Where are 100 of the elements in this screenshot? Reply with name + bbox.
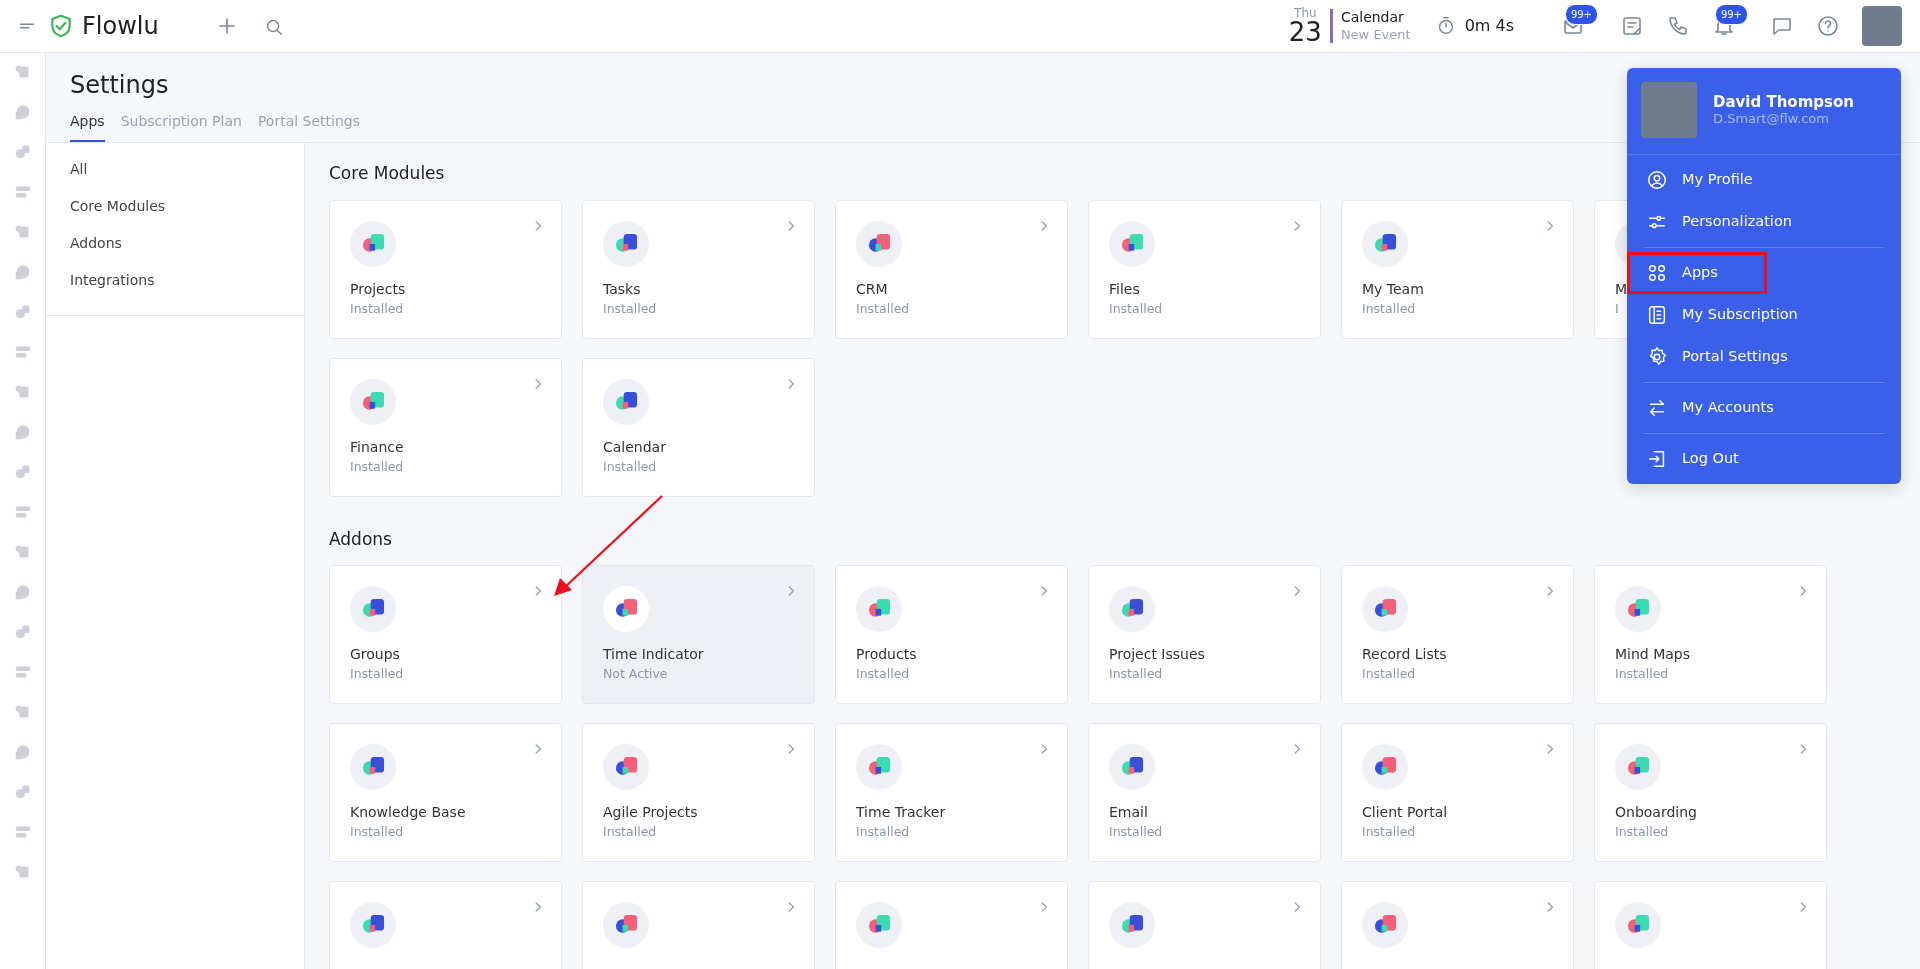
user-menu-item[interactable]: Apps — [1627, 252, 1767, 294]
app-name: Email — [1109, 802, 1148, 822]
app-icon — [1109, 743, 1155, 790]
logo-text: Flowlu — [82, 11, 159, 43]
app-icon — [1362, 585, 1408, 632]
app-icon — [350, 585, 396, 632]
app-name: Time Tracker — [856, 802, 946, 822]
user-email: D.Smart@flw.com — [1713, 111, 1830, 128]
app-card[interactable]: Knowledge Base Installed — [329, 722, 562, 862]
app-icon — [603, 743, 649, 790]
help-icon — [1816, 14, 1840, 39]
app-icon — [603, 220, 649, 267]
logo-check-icon — [48, 13, 74, 40]
app-name: Time Indicator — [603, 644, 704, 664]
app-card[interactable]: Tasks Installed — [582, 199, 815, 339]
app-name: Groups — [350, 644, 400, 664]
app-status: Installed — [1362, 664, 1416, 683]
user-menu-item[interactable]: Personalization — [1627, 201, 1901, 243]
app-icon — [603, 378, 649, 425]
app-name: Client Portal — [1362, 802, 1448, 822]
user-menu-item[interactable]: My Accounts — [1627, 387, 1901, 429]
app-card[interactable]: Groups Installed — [329, 564, 562, 704]
app-card[interactable]: Client Portal Installed — [1341, 722, 1574, 862]
app-status: Installed — [856, 664, 910, 683]
app-icon — [1615, 585, 1661, 632]
app-icon — [1615, 901, 1661, 948]
app-card[interactable]: Agile Projects Installed — [582, 722, 815, 862]
app-icon — [350, 220, 396, 267]
app-icon — [856, 743, 902, 790]
app-status: Installed — [603, 299, 657, 318]
app-status: I — [1615, 299, 1619, 318]
category-filter[interactable]: Addons — [46, 225, 122, 263]
app-card[interactable]: Email Installed — [1088, 722, 1321, 862]
user-circle-icon — [1646, 169, 1668, 191]
app-icon — [1109, 220, 1155, 267]
app-name: M — [1615, 279, 1628, 299]
app-name: Tasks — [603, 279, 641, 299]
user-name: David Thompson — [1713, 92, 1854, 112]
category-filter[interactable]: Integrations — [46, 262, 155, 300]
app-icon — [856, 585, 902, 632]
app-card[interactable]: My Team Installed — [1341, 199, 1574, 339]
app-name: Knowledge Base — [350, 802, 466, 822]
app-icon — [350, 743, 396, 790]
user-menu-item[interactable]: Log Out — [1627, 438, 1901, 480]
user-menu-item[interactable]: Portal Settings — [1627, 336, 1901, 378]
user-menu-item[interactable]: My Profile — [1627, 159, 1901, 201]
timer-button[interactable]: 0m 4s — [1434, 14, 1514, 39]
app-card[interactable]: Mind Maps Installed — [1594, 564, 1827, 704]
app-name: Files — [1109, 279, 1140, 299]
notifications-button[interactable]: 99+ — [1712, 3, 1748, 39]
day-number: 23 — [1288, 19, 1322, 46]
grid-dots-icon — [1646, 262, 1668, 284]
app-card[interactable]: Products Installed — [835, 564, 1068, 704]
app-status: Installed — [856, 299, 910, 318]
document-icon — [1646, 304, 1668, 326]
app-card[interactable]: Time Indicator Not Active — [582, 564, 815, 704]
app-status: Installed — [1362, 299, 1416, 318]
app-name: Project Issues — [1109, 644, 1205, 664]
app-card[interactable]: CRM Installed — [835, 199, 1068, 339]
app-status: Installed — [1109, 822, 1163, 841]
calendar-event-button[interactable]: Calendar New Event — [1329, 9, 1411, 43]
app-icon — [1362, 901, 1408, 948]
app-card[interactable]: Time Tracker Installed — [835, 722, 1068, 862]
app-icon — [856, 220, 902, 267]
user-avatar[interactable] — [1862, 6, 1902, 47]
app-status: Not Active — [603, 664, 668, 683]
app-icon — [603, 585, 649, 632]
app-status: Installed — [1615, 664, 1669, 683]
app-icon — [350, 378, 396, 425]
app-name: Mind Maps — [1615, 644, 1691, 664]
app-name: CRM — [856, 279, 888, 299]
app-name: Products — [856, 644, 917, 664]
app-card[interactable]: Project Issues Installed — [1088, 564, 1321, 704]
app-card[interactable]: Calendar Installed — [582, 357, 815, 497]
app-card[interactable]: Record Lists Installed — [1341, 564, 1574, 704]
app-name: Agile Projects — [603, 802, 698, 822]
mail-button[interactable]: 99+ — [1562, 3, 1598, 39]
app-card[interactable]: Files Installed — [1088, 199, 1321, 339]
app-status: Installed — [603, 822, 657, 841]
app-icon — [1362, 220, 1408, 267]
weekday-text: Thu — [1294, 7, 1317, 20]
app-name: Calendar — [603, 437, 666, 457]
category-filter[interactable]: All — [46, 151, 88, 189]
app-icon — [603, 901, 649, 948]
user-menu-item[interactable]: My Subscription — [1627, 294, 1901, 336]
help-button[interactable] — [1816, 13, 1840, 39]
count-badge: 99+ — [1714, 3, 1748, 25]
app-card[interactable]: Onboarding Installed — [1594, 722, 1827, 862]
category-filter[interactable]: Core Modules — [46, 188, 166, 226]
app-status: Installed — [350, 822, 404, 841]
app-status: Installed — [350, 457, 404, 476]
app-card[interactable]: Projects Installed — [329, 199, 562, 339]
section-title: Core Modules — [329, 163, 445, 184]
app-name: Onboarding — [1615, 802, 1697, 822]
app-name: Record Lists — [1362, 644, 1447, 664]
app-icon — [1615, 743, 1661, 790]
app-card[interactable]: Finance Installed — [329, 357, 562, 497]
count-badge: 99+ — [1564, 3, 1598, 25]
section-title: Addons — [329, 528, 392, 549]
app-icon — [856, 901, 902, 948]
